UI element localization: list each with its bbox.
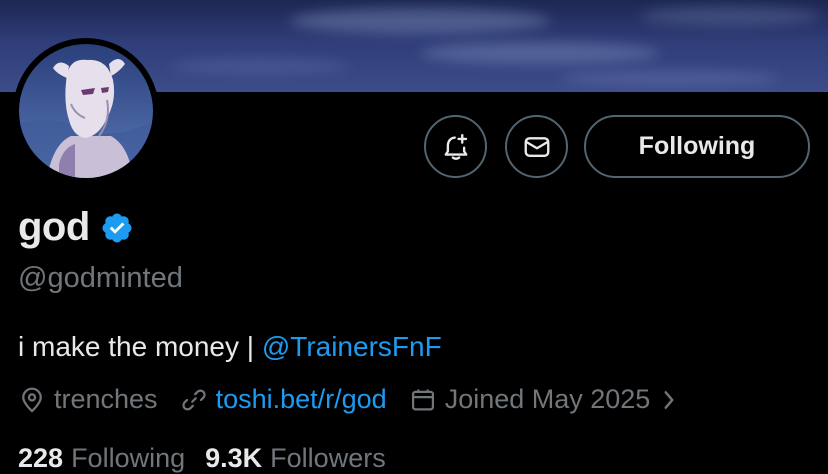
display-name: god [18,205,90,249]
name-row: god [18,205,134,250]
notify-button[interactable] [424,115,487,178]
bio-text: i make the money | [18,331,262,362]
envelope-icon [524,136,549,157]
avatar[interactable] [19,44,153,178]
following-label: Following [71,443,186,473]
followers-label: Followers [270,443,386,473]
calendar-icon [411,389,434,410]
banner-cloud [640,6,820,26]
following-button[interactable]: Following [584,115,810,178]
followers-stat[interactable]: 9.3K Followers [205,443,386,474]
bio-mention-link[interactable]: @TrainersFnF [262,331,442,362]
bell-plus-icon [444,133,467,160]
banner-cloud [560,70,780,86]
banner-cloud [420,42,660,64]
location-text: trenches [54,384,158,414]
message-button[interactable] [505,115,568,178]
website-item[interactable]: toshi.bet/r/god [180,384,387,415]
location-pin-icon [22,387,42,413]
following-count: 228 [18,443,64,473]
joined-text: Joined May 2025 [444,384,651,414]
banner-cloud [170,58,350,74]
link-icon [181,389,206,410]
followers-count: 9.3K [205,443,263,473]
website-link[interactable]: toshi.bet/r/god [216,384,387,415]
location-item: trenches [18,384,158,415]
joined-item[interactable]: Joined May 2025 [409,384,687,415]
following-stat[interactable]: 228 Following [18,443,185,474]
profile-meta: trenches toshi.bet/r/god Joined May 2025 [18,384,686,415]
bio: i make the money | @TrainersFnF [18,331,442,363]
follow-stats: 228 Following 9.3K Followers [18,443,386,474]
chevron-right-icon[interactable] [660,389,678,411]
verified-badge-icon[interactable] [100,211,134,245]
banner-cloud [290,8,550,34]
user-handle: @godminted [18,262,183,294]
